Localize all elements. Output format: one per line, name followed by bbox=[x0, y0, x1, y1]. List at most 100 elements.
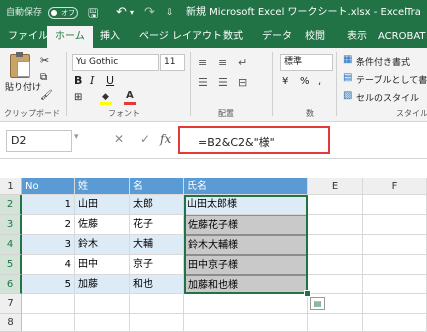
cell-c1[interactable]: 名 bbox=[130, 178, 184, 195]
cell-c5[interactable]: 京子 bbox=[130, 255, 184, 275]
cell-f1[interactable] bbox=[363, 178, 427, 195]
cell-f5[interactable] bbox=[363, 255, 427, 275]
fill-color-icon[interactable]: ◆ bbox=[100, 92, 112, 105]
cell-c6[interactable]: 和也 bbox=[130, 275, 184, 294]
tab-view[interactable]: 表示 bbox=[347, 26, 367, 48]
cell-b2[interactable]: 山田 bbox=[75, 195, 130, 215]
cell-d6[interactable]: 加藤和也様 bbox=[184, 275, 308, 294]
comma-button[interactable]: , bbox=[318, 76, 321, 87]
conditional-format-icon[interactable]: ▦ bbox=[343, 54, 352, 65]
fill-handle[interactable] bbox=[304, 290, 311, 297]
number-format-select[interactable]: 標準 bbox=[280, 54, 333, 71]
row-header-7[interactable]: 7 bbox=[0, 294, 22, 314]
cell-c4[interactable]: 大輔 bbox=[130, 235, 184, 255]
conditional-format-button[interactable]: 条件付き書式 bbox=[356, 55, 410, 68]
cell-f6[interactable] bbox=[363, 275, 427, 294]
align-middle-icon[interactable]: ≡ bbox=[218, 56, 227, 69]
tab-data[interactable]: データ bbox=[262, 26, 292, 48]
row-header-4[interactable]: 4 bbox=[0, 235, 22, 255]
cell-e5[interactable] bbox=[308, 255, 363, 275]
cell-d5[interactable]: 田中京子様 bbox=[184, 255, 308, 275]
cell-c3[interactable]: 花子 bbox=[130, 215, 184, 235]
cell-f8[interactable] bbox=[363, 314, 427, 332]
formula-input-highlight[interactable]: =B2&C2&"様" bbox=[178, 126, 330, 154]
save-icon[interactable]: 🖫 bbox=[88, 0, 98, 26]
cell-e3[interactable] bbox=[308, 215, 363, 235]
cancel-icon[interactable]: ✕ bbox=[114, 132, 124, 146]
paste-icon[interactable] bbox=[10, 52, 30, 78]
cell-b5[interactable]: 田中 bbox=[75, 255, 130, 275]
font-size-select[interactable]: 11 bbox=[160, 54, 185, 71]
border-icon[interactable]: ⊞ bbox=[74, 92, 82, 103]
cell-a5[interactable]: 4 bbox=[22, 255, 75, 275]
cell-e6[interactable] bbox=[308, 275, 363, 294]
cell-a6[interactable]: 5 bbox=[22, 275, 75, 294]
row-header-1[interactable]: 1 bbox=[0, 178, 22, 195]
enter-icon[interactable]: ✓ bbox=[140, 132, 150, 146]
cell-c2[interactable]: 太郎 bbox=[130, 195, 184, 215]
cell-a8[interactable] bbox=[22, 314, 75, 332]
cell-styles-icon[interactable]: ▧ bbox=[343, 90, 352, 101]
tab-file[interactable]: ファイル bbox=[8, 26, 48, 48]
cell-e8[interactable] bbox=[308, 314, 363, 332]
merge-cells-icon[interactable]: ⊟ bbox=[238, 76, 247, 89]
name-box[interactable]: D2 bbox=[6, 130, 72, 152]
cell-c8[interactable] bbox=[130, 314, 184, 332]
cell-d4[interactable]: 鈴木大輔様 bbox=[184, 235, 308, 255]
cell-c7[interactable] bbox=[130, 294, 184, 314]
insert-function-icon[interactable]: fx bbox=[160, 132, 171, 146]
cell-b4[interactable]: 鈴木 bbox=[75, 235, 130, 255]
cell-d7[interactable] bbox=[184, 294, 308, 314]
cell-b7[interactable] bbox=[75, 294, 130, 314]
underline-button[interactable]: U bbox=[106, 74, 114, 87]
tab-insert[interactable]: 挿入 bbox=[100, 26, 120, 48]
tab-page-layout[interactable]: ページ レイアウト bbox=[139, 26, 222, 48]
tab-home[interactable]: ホーム bbox=[47, 26, 93, 48]
formula-input[interactable]: =B2&C2&"様" bbox=[198, 134, 275, 150]
cell-e1[interactable] bbox=[308, 178, 363, 195]
cell-b3[interactable]: 佐藤 bbox=[75, 215, 130, 235]
row-header-2[interactable]: 2 bbox=[0, 195, 22, 215]
cell-d2[interactable]: 山田太郎様 bbox=[184, 195, 308, 215]
cell-f4[interactable] bbox=[363, 235, 427, 255]
row-header-8[interactable]: 8 bbox=[0, 314, 22, 332]
cell-a1[interactable]: No bbox=[22, 178, 75, 195]
name-box-dropdown-icon[interactable]: ▾ bbox=[74, 132, 79, 142]
font-color-icon[interactable]: A bbox=[124, 90, 136, 105]
cell-styles-button[interactable]: セルのスタイル bbox=[356, 91, 419, 104]
undo-dropdown-icon[interactable]: ▾ bbox=[130, 0, 134, 26]
align-top-icon[interactable]: ≡ bbox=[198, 56, 207, 69]
tab-formulas[interactable]: 数式 bbox=[223, 26, 243, 48]
paste-button-label[interactable]: 貼り付け bbox=[5, 80, 41, 93]
redo-icon[interactable]: ↷ bbox=[144, 0, 155, 26]
customize-qat-icon[interactable]: ⇩ bbox=[166, 0, 174, 26]
format-painter-icon[interactable]: 🖌 bbox=[40, 90, 53, 101]
cell-e4[interactable] bbox=[308, 235, 363, 255]
tab-review[interactable]: 校閲 bbox=[305, 26, 325, 48]
cell-a4[interactable]: 3 bbox=[22, 235, 75, 255]
italic-button[interactable]: I bbox=[90, 74, 94, 87]
row-header-5[interactable]: 5 bbox=[0, 255, 22, 275]
cell-a2[interactable]: 1 bbox=[22, 195, 75, 215]
cell-a7[interactable] bbox=[22, 294, 75, 314]
cell-f3[interactable] bbox=[363, 215, 427, 235]
cell-b6[interactable]: 加藤 bbox=[75, 275, 130, 294]
row-header-3[interactable]: 3 bbox=[0, 215, 22, 235]
cut-icon[interactable]: ✂ bbox=[40, 54, 49, 67]
wrap-text-icon[interactable]: ↵ bbox=[238, 56, 247, 69]
format-as-table-button[interactable]: テーブルとして書 bbox=[356, 73, 427, 86]
cell-d3[interactable]: 佐藤花子様 bbox=[184, 215, 308, 235]
copy-icon[interactable]: ⧉ bbox=[40, 72, 47, 83]
undo-icon[interactable]: ↶ bbox=[116, 0, 127, 26]
percent-button[interactable]: % bbox=[300, 76, 310, 87]
align-left-icon[interactable]: ☰ bbox=[198, 76, 208, 89]
cell-e2[interactable] bbox=[308, 195, 363, 215]
quick-analysis-icon[interactable]: ▤ bbox=[310, 297, 325, 310]
cell-d8[interactable] bbox=[184, 314, 308, 332]
cell-b8[interactable] bbox=[75, 314, 130, 332]
tab-acrobat[interactable]: ACROBAT bbox=[378, 26, 426, 48]
autosave-toggle[interactable]: オフ bbox=[48, 7, 78, 19]
cell-a3[interactable]: 2 bbox=[22, 215, 75, 235]
cell-f7[interactable] bbox=[363, 294, 427, 314]
row-header-6[interactable]: 6 bbox=[0, 275, 22, 294]
